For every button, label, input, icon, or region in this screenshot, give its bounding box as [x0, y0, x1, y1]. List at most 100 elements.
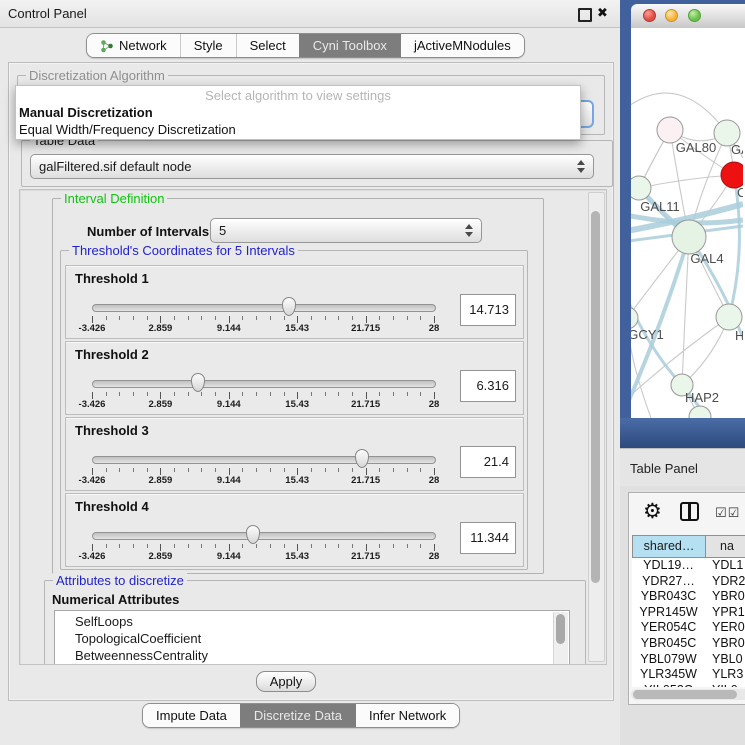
tab-impute-data[interactable]: Impute Data — [143, 704, 240, 727]
settings-scrollbar-thumb[interactable] — [591, 211, 600, 583]
cell-name[interactable]: YBR0 — [705, 636, 745, 652]
columns-icon[interactable] — [680, 502, 699, 521]
cell-shared-name[interactable]: YLR345W — [632, 667, 705, 683]
threshold-2-slider[interactable]: -3.4262.8599.14415.4321.71528 — [92, 372, 434, 410]
list-scrollbar-thumb[interactable] — [556, 614, 565, 644]
option-equal-width-frequency-discretization[interactable]: Equal Width/Frequency Discretization — [16, 121, 580, 138]
zoom-traffic-light-icon[interactable] — [688, 9, 701, 22]
number-of-intervals-combobox[interactable]: 5 — [210, 218, 482, 243]
table-row[interactable]: YBR045CYBR0 — [632, 636, 745, 652]
table-row[interactable]: YDL19…YDL1 — [632, 558, 745, 574]
gear-icon[interactable]: ⚙ — [643, 499, 662, 524]
table-header-row: shared…na — [632, 535, 745, 558]
node-h[interactable] — [716, 304, 742, 330]
node-unlabeled[interactable] — [689, 406, 711, 418]
cell-shared-name[interactable]: YBR045C — [632, 636, 705, 652]
attribute-item-betweennesscentrality[interactable]: BetweennessCentrality — [55, 647, 553, 664]
cell-name[interactable]: YDR2 — [705, 574, 745, 590]
network-window-frame — [620, 418, 745, 448]
cell-name[interactable]: YDL1 — [705, 558, 743, 574]
slider-track[interactable] — [92, 456, 436, 464]
slider-thumb[interactable] — [355, 449, 369, 468]
cell-shared-name[interactable]: YIL053C — [632, 683, 705, 687]
cell-name[interactable]: YIL0 — [705, 683, 738, 687]
tick-label: 2.859 — [149, 551, 173, 562]
threshold-panel-3: Threshold 3-3.4262.8599.14415.4321.71528… — [65, 417, 524, 491]
slider-thumb[interactable] — [246, 525, 260, 544]
cell-name[interactable]: YPR1 — [705, 605, 745, 621]
close-traffic-light-icon[interactable] — [643, 9, 656, 22]
cell-shared-name[interactable]: YPR145W — [632, 605, 705, 621]
table-rows: YDL19…YDL1YDR27…YDR2YBR043CYBR0YPR145WYP… — [632, 558, 745, 687]
slider-thumb[interactable] — [191, 373, 205, 392]
slider-ticks: -3.4262.8599.14415.4321.71528 — [92, 544, 434, 562]
attribute-item-topologicalcoefficient[interactable]: TopologicalCoefficient — [55, 630, 553, 647]
node-gal4[interactable] — [672, 220, 706, 254]
slider-track[interactable] — [92, 380, 436, 388]
table-row[interactable]: YLR345WYLR3 — [632, 667, 745, 683]
slider-ticks: -3.4262.8599.14415.4321.71528 — [92, 392, 434, 410]
table-row[interactable]: YBL079WYBL0 — [632, 652, 745, 668]
apply-button[interactable]: Apply — [256, 671, 316, 692]
table-h-scrollbar-thumb[interactable] — [633, 690, 737, 699]
select-columns-icon[interactable]: ☑☑ — [715, 505, 740, 521]
node-gal11[interactable] — [631, 176, 651, 200]
slider-track[interactable] — [92, 304, 436, 312]
threshold-2-value-field[interactable]: 6.316 — [460, 370, 516, 402]
table-row[interactable]: YIL053CYIL0 — [632, 683, 745, 687]
cell-shared-name[interactable]: YDL19… — [632, 558, 705, 574]
tab-label: Impute Data — [156, 708, 227, 723]
cell-shared-name[interactable]: YER054C — [632, 620, 705, 636]
number-of-intervals-value: 5 — [219, 223, 459, 238]
table-row[interactable]: YER054CYER0 — [632, 620, 745, 636]
cell-name[interactable]: YLR3 — [705, 667, 743, 683]
option-manual-discretization[interactable]: Manual Discretization — [16, 104, 580, 121]
cell-name[interactable]: YBR0 — [705, 589, 745, 605]
settings-scrollbar[interactable] — [588, 192, 605, 662]
table-row[interactable]: YBR043CYBR0 — [632, 589, 745, 605]
attributes-to-discretize-label: Attributes to discretize — [53, 573, 187, 588]
threshold-4-slider[interactable]: -3.4262.8599.14415.4321.71528 — [92, 524, 434, 562]
table-data-value: galFiltered.sif default node — [39, 159, 571, 174]
cell-shared-name[interactable]: YDR27… — [632, 574, 705, 590]
network-graph[interactable]: GAL80GACGAL11GAL4GCY1HHAP2 — [631, 28, 743, 418]
tab-network[interactable]: Network — [87, 34, 180, 57]
float-window-icon[interactable] — [578, 8, 592, 22]
cell-shared-name[interactable]: YBR043C — [632, 589, 705, 605]
tab-select[interactable]: Select — [236, 34, 299, 57]
table-row[interactable]: YDR27…YDR2 — [632, 574, 745, 590]
slider-thumb[interactable] — [282, 297, 296, 316]
table-row[interactable]: YPR145WYPR1 — [632, 605, 745, 621]
node-gcy1[interactable] — [631, 307, 638, 329]
threshold-4-value-field[interactable]: 11.344 — [460, 522, 516, 554]
tab-style[interactable]: Style — [180, 34, 236, 57]
cell-name[interactable]: YBL0 — [705, 652, 743, 668]
control-panel-titlebar: Control Panel ✖ — [0, 0, 620, 28]
tick-label: 28 — [429, 475, 440, 486]
network-canvas[interactable]: GAL80GACGAL11GAL4GCY1HHAP2 — [631, 28, 745, 418]
tab-infer-network[interactable]: Infer Network — [355, 704, 459, 727]
interval-settings-scrollpane: Interval Definition Number of Intervals … — [19, 189, 607, 665]
network-edge[interactable] — [639, 175, 734, 188]
cell-shared-name[interactable]: YBL079W — [632, 652, 705, 668]
cell-name[interactable]: YER0 — [705, 620, 745, 636]
network-window-titlebar[interactable] — [631, 4, 745, 29]
network-icon — [100, 39, 114, 53]
close-icon[interactable]: ✖ — [597, 5, 608, 21]
threshold-1-value-field[interactable]: 14.713 — [460, 294, 516, 326]
threshold-1-slider[interactable]: -3.4262.8599.14415.4321.71528 — [92, 296, 434, 334]
column-header-shared-[interactable]: shared… — [632, 535, 706, 558]
minimize-traffic-light-icon[interactable] — [665, 9, 678, 22]
list-scrollbar[interactable] — [553, 612, 568, 665]
tab-discretize-data[interactable]: Discretize Data — [240, 704, 355, 727]
slider-track[interactable] — [92, 532, 436, 540]
threshold-3-slider[interactable]: -3.4262.8599.14415.4321.71528 — [92, 448, 434, 486]
attribute-item-selfloops[interactable]: SelfLoops — [55, 613, 553, 630]
table-h-scrollbar[interactable] — [631, 689, 745, 700]
column-header-na[interactable]: na — [706, 535, 745, 558]
tab-jactivemnodules[interactable]: jActiveMNodules — [400, 34, 524, 57]
table-data-combobox[interactable]: galFiltered.sif default node — [30, 154, 594, 179]
threshold-3-value-field[interactable]: 21.4 — [460, 446, 516, 478]
tab-cyni-toolbox[interactable]: Cyni Toolbox — [299, 34, 400, 57]
cyni-settings-panel: Discretization Algorithm Select algorith… — [8, 62, 614, 701]
